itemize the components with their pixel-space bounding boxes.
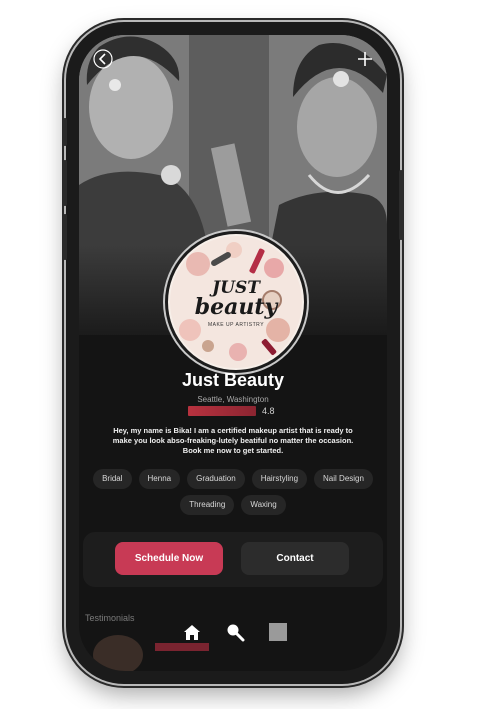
search-icon[interactable] <box>223 620 247 644</box>
service-tag[interactable]: Hairstyling <box>251 469 308 489</box>
rating-value: 4.8 <box>262 406 275 416</box>
bottom-nav <box>171 617 299 647</box>
service-tag[interactable]: Nail Design <box>314 469 373 489</box>
square-icon[interactable] <box>266 620 290 644</box>
profile-location: Seattle, Washington <box>197 395 269 404</box>
phone-side-button <box>63 118 67 146</box>
service-tags: Bridal Henna Graduation Hairstyling Nail… <box>83 469 383 515</box>
service-tag[interactable]: Graduation <box>187 469 245 489</box>
service-tag[interactable]: Waxing <box>241 495 286 515</box>
profile-bio: Hey, my name is Bika! I am a certified m… <box>112 426 354 455</box>
logo-line2: beauty <box>194 294 278 320</box>
profile-name: Just Beauty <box>181 370 285 390</box>
action-panel: Schedule Now Contact <box>83 532 383 587</box>
service-tag[interactable]: Threading <box>180 495 235 515</box>
schedule-now-button[interactable]: Schedule Now <box>115 542 223 575</box>
logo-line3: MAKE UP ARTISTRY <box>207 322 265 328</box>
testimonials-heading: Testimonials <box>85 613 135 623</box>
service-tag[interactable]: Henna <box>138 469 181 489</box>
testimonial-avatar <box>93 635 143 671</box>
phone-side-button <box>63 214 67 260</box>
home-icon[interactable] <box>180 620 204 644</box>
back-icon[interactable] <box>93 49 113 69</box>
app-screen: JUST beauty MAKE UP ARTISTRY Just Beauty… <box>79 35 387 671</box>
add-icon[interactable] <box>355 49 375 69</box>
phone-side-button <box>399 170 403 240</box>
service-tag[interactable]: Bridal <box>93 469 132 489</box>
rating-bar <box>188 406 256 416</box>
profile-logo: JUST beauty MAKE UP ARTISTRY <box>165 231 307 373</box>
phone-side-button <box>63 160 67 206</box>
contact-button[interactable]: Contact <box>241 542 349 575</box>
